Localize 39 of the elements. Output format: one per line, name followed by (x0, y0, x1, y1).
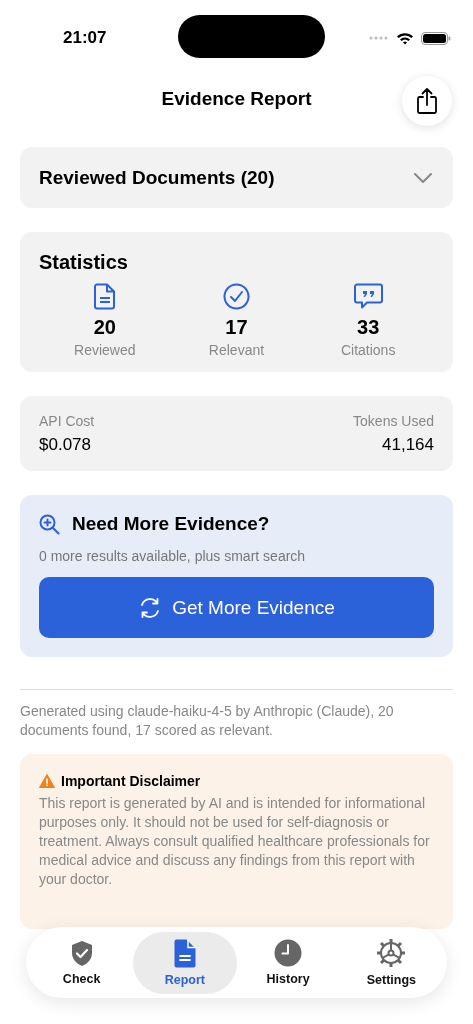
wifi-icon (396, 31, 414, 45)
tab[interactable]: Check (30, 931, 134, 994)
api-cost-value: $0.078 (39, 435, 92, 455)
share-button[interactable] (402, 76, 452, 126)
stat-value: 17 (225, 316, 248, 339)
stat-value: 33 (357, 316, 380, 339)
document-icon (173, 938, 196, 968)
status-time: 21:07 (63, 28, 107, 48)
signal-icon (369, 36, 389, 40)
statistics-title: Statistics (39, 251, 129, 274)
gear-icon (376, 938, 407, 968)
stat-label: Citations (340, 342, 396, 358)
more-evidence-subtitle: 0 more results available, plus smart search (39, 548, 307, 564)
shield-check-icon (69, 939, 94, 967)
tab[interactable]: Report (133, 931, 237, 994)
checkmark-circle-icon (223, 283, 250, 310)
reviewed-documents-dropdown[interactable]: Reviewed Documents (20) (20, 147, 453, 208)
tab[interactable]: History (236, 931, 340, 994)
more-evidence-title: Need More Evidence? (72, 513, 270, 535)
api-cost-label: API Cost (39, 413, 95, 429)
warning-icon (39, 774, 55, 788)
get-more-evidence-button[interactable]: Get More Evidence (39, 577, 434, 638)
clock-icon (274, 939, 303, 967)
generation-note: Generated using claude-haiku-4-5 by Anthropic (Claude), 20 documents found, 17 scored as relevant. (20, 702, 395, 740)
zoom-in-icon (39, 513, 60, 535)
battery-icon (421, 31, 451, 45)
chevron-icon (414, 172, 432, 183)
document-icon (93, 283, 116, 310)
stat-value: 20 (93, 316, 116, 339)
quote-bubble-icon (353, 283, 383, 310)
tokens-used-label: Tokens Used (353, 413, 434, 429)
share-icon (416, 87, 438, 115)
tab[interactable]: Settings (339, 931, 443, 994)
disclaimer-title: Important Disclaimer (61, 773, 201, 789)
page-title: Evidence Report (161, 88, 312, 110)
tokens-used-value: 41,164 (382, 435, 434, 455)
stat-label: Reviewed (74, 342, 136, 358)
disclaimer-text: This report is generated by AI and is intended for informational purposes only. It should not be used for self-diagnosis or treatment. Always consult qualified healthcare professionals for medical advice and discuss any findings from this report with your doctor. (39, 794, 431, 889)
stat-label: Relevant (208, 342, 265, 358)
